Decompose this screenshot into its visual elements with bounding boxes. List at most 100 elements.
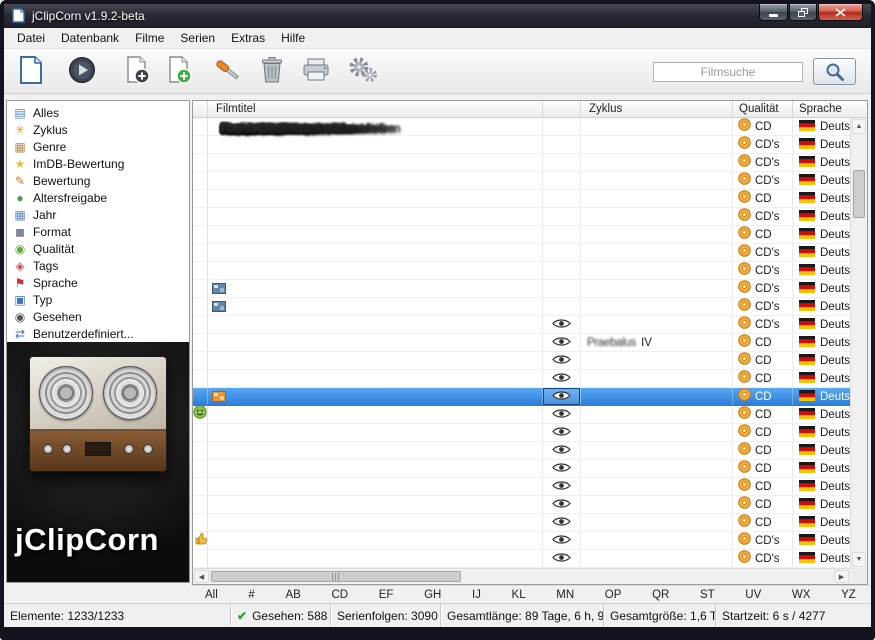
sidebar-item-genre[interactable]: ▦Genre [7, 138, 189, 155]
alphabet-filter-yz[interactable]: YZ [838, 589, 859, 601]
search-button[interactable] [813, 58, 856, 85]
alphabet-filter-uv[interactable]: UV [742, 589, 764, 601]
cd-quality-icon [738, 460, 751, 477]
sidebar-item-typ[interactable]: ▣Typ [7, 291, 189, 308]
header-qualitaet[interactable]: Qualität [733, 101, 793, 117]
viewed-cell [543, 244, 581, 261]
table-row[interactable]: Trauen CD Deutsch [193, 190, 867, 208]
window-controls [759, 4, 863, 21]
alphabet-filter-kl[interactable]: KL [509, 589, 529, 601]
sidebar-item-bewertung[interactable]: ✎Bewertung [7, 172, 189, 189]
sidebar-item-format[interactable]: ◼Format [7, 223, 189, 240]
header-score[interactable] [193, 101, 208, 117]
sidebar-item-gesehen[interactable]: ◉Gesehen [7, 308, 189, 325]
settings-button[interactable] [344, 52, 382, 90]
alphabet-filter-ab[interactable]: AB [282, 589, 303, 601]
sidebar-item-label: Alles [33, 106, 59, 120]
scroll-down-arrow-icon[interactable]: ▼ [852, 552, 866, 567]
menu-serien[interactable]: Serien [172, 29, 223, 47]
table-row[interactable]: Aya Escorte Hills Aley Falte CD Deutsch [193, 370, 867, 388]
table-row[interactable]: Le vis CD Deutsch [193, 406, 867, 424]
alphabet-filter-wx[interactable]: WX [789, 589, 814, 601]
scroll-left-arrow-icon[interactable]: ◀ [194, 570, 209, 583]
table-row[interactable]: Prandly Tanastangs Mobile auf deren CD's… [193, 154, 867, 172]
menu-datenbank[interactable]: Datenbank [53, 29, 127, 47]
header-zyklus[interactable]: Zyklus [581, 101, 733, 117]
filter-list: ▤Alles✳Zyklus▦Genre★ImDB-Bewertung✎Bewer… [7, 101, 189, 342]
table-row[interactable]: Kanmed Stellwurg CD's Deutsch [193, 262, 867, 280]
menu-filme[interactable]: Filme [127, 29, 172, 47]
header-sprache[interactable]: Sprache [793, 101, 867, 117]
scroll-right-arrow-icon[interactable]: ▶ [834, 570, 849, 583]
horizontal-scroll-thumb[interactable] [211, 571, 461, 582]
film-title-cell: Aya Escorte Hills Aley Falte [208, 370, 543, 387]
sidebar-item-alles[interactable]: ▤Alles [7, 104, 189, 121]
table-row[interactable]: Cer Traume CD Deutsch [193, 388, 867, 406]
add-movie-button[interactable] [118, 52, 156, 90]
alphabet-filter-op[interactable]: OP [602, 589, 625, 601]
vertical-scroll-thumb[interactable] [853, 170, 865, 218]
table-row[interactable]: Plumpa Croft, Der gravblikansith CD Deut… [193, 478, 867, 496]
alphabet-filter-ef[interactable]: EF [376, 589, 397, 601]
header-filmtitel[interactable]: Filmtitel [208, 101, 543, 117]
table-row[interactable]: Attoldat drei CD Deutsch [193, 226, 867, 244]
sidebar-item-benutzerdefiniert[interactable]: ⇄Benutzerdefiniert... [7, 325, 189, 342]
sidebar-item-imdb-bewertung[interactable]: ★ImDB-Bewertung [7, 155, 189, 172]
sidebar-item-jahr[interactable]: ▦Jahr [7, 206, 189, 223]
zyklus-cell [581, 424, 733, 441]
table-row[interactable]: Arne Emlaut CD's Deutsch [193, 136, 867, 154]
search-input[interactable] [653, 62, 803, 82]
menu-extras[interactable]: Extras [223, 29, 273, 47]
scroll-up-arrow-icon[interactable]: ▲ [852, 119, 866, 134]
table-row[interactable]: Kawintuls CD's Deutsch [193, 532, 867, 550]
sidebar-item-sprache[interactable]: ⚑Sprache [7, 274, 189, 291]
menu-datei[interactable]: Datei [9, 29, 53, 47]
table-row[interactable]: Kuntily Lurg CD's Deutsch [193, 298, 867, 316]
alphabet-filter-gh[interactable]: GH [421, 589, 444, 601]
delete-button[interactable] [253, 52, 291, 90]
alphabet-filter-cd[interactable]: CD [328, 589, 351, 601]
horizontal-scrollbar[interactable]: ◀ ▶ [193, 568, 850, 584]
tools-button[interactable] [209, 52, 247, 90]
vertical-scrollbar[interactable]: ▲ ▼ [850, 118, 867, 568]
maximize-button[interactable] [789, 4, 817, 21]
table-row[interactable]: Knorpe tominfreunde CD's Deutsch [193, 244, 867, 262]
table-row[interactable]: Sir Enter Count Litell Wittson CD Deutsc… [193, 514, 867, 532]
table-row[interactable]: Kurzwanschlichten, Mytilen CD's Deutsch [193, 316, 867, 334]
alphabet-filter-qr[interactable]: QR [649, 589, 672, 601]
quality-value: CD [755, 193, 772, 205]
alphabet-filter-[interactable]: # [245, 589, 257, 601]
sidebar-item-tags[interactable]: ◈Tags [7, 257, 189, 274]
header-viewed[interactable] [543, 101, 581, 117]
table-row[interactable]: Guana di Tormenta Prev CD's Deutsch [193, 280, 867, 298]
new-database-button[interactable] [12, 52, 50, 90]
alphabet-filter-st[interactable]: ST [697, 589, 718, 601]
sidebar-item-altersfreigabe[interactable]: ●Altersfreigabe [7, 189, 189, 206]
sidebar-item-qualit-t[interactable]: ◉Qualität [7, 240, 189, 257]
new-document-icon [18, 55, 44, 88]
table-row[interactable]: Mittnyia va spetivanien Christ CD Deutsc… [193, 496, 867, 514]
table-row[interactable]: Kanwas wartesilden, der basten G CD Deut… [193, 424, 867, 442]
viewed-cell [543, 262, 581, 279]
play-movie-button[interactable] [63, 52, 101, 90]
table-row[interactable]: Dayte Chile, Der Marrelation Murfen CD D… [193, 352, 867, 370]
cd-quality-icon [738, 190, 751, 207]
table-row[interactable]: Prophellsring PraebalusIV CD Deutsch [193, 334, 867, 352]
table-row[interactable]: Mortel ante Konstreuterlund CD's Deutsch [193, 172, 867, 190]
minimize-button[interactable] [759, 4, 788, 21]
alphabet-filter-all[interactable]: All [202, 589, 221, 601]
alphabet-filter-ij[interactable]: IJ [469, 589, 484, 601]
status-gesamtlaenge: Gesamtlänge: 89 Tage, 6 h, 9 min [441, 604, 604, 627]
table-row[interactable]: Potyw Agen Fabur CD's Deutsch [193, 550, 867, 568]
table-row[interactable]: Hank to knight CD's Deutsch [193, 208, 867, 226]
table-row[interactable]: Jedermanns Fierten CD Deutsch [193, 442, 867, 460]
sidebar-item-label: Qualität [33, 242, 74, 256]
close-button[interactable] [818, 4, 863, 21]
sidebar-item-zyklus[interactable]: ✳Zyklus [7, 121, 189, 138]
check-icon: ✔ [237, 609, 247, 623]
export-button[interactable] [297, 52, 335, 90]
alphabet-filter-mn[interactable]: MN [553, 589, 577, 601]
table-row[interactable]: Uhr, Und Stinkreises CD Deutsch [193, 460, 867, 478]
menu-hilfe[interactable]: Hilfe [273, 29, 313, 47]
add-series-button[interactable] [160, 52, 198, 90]
